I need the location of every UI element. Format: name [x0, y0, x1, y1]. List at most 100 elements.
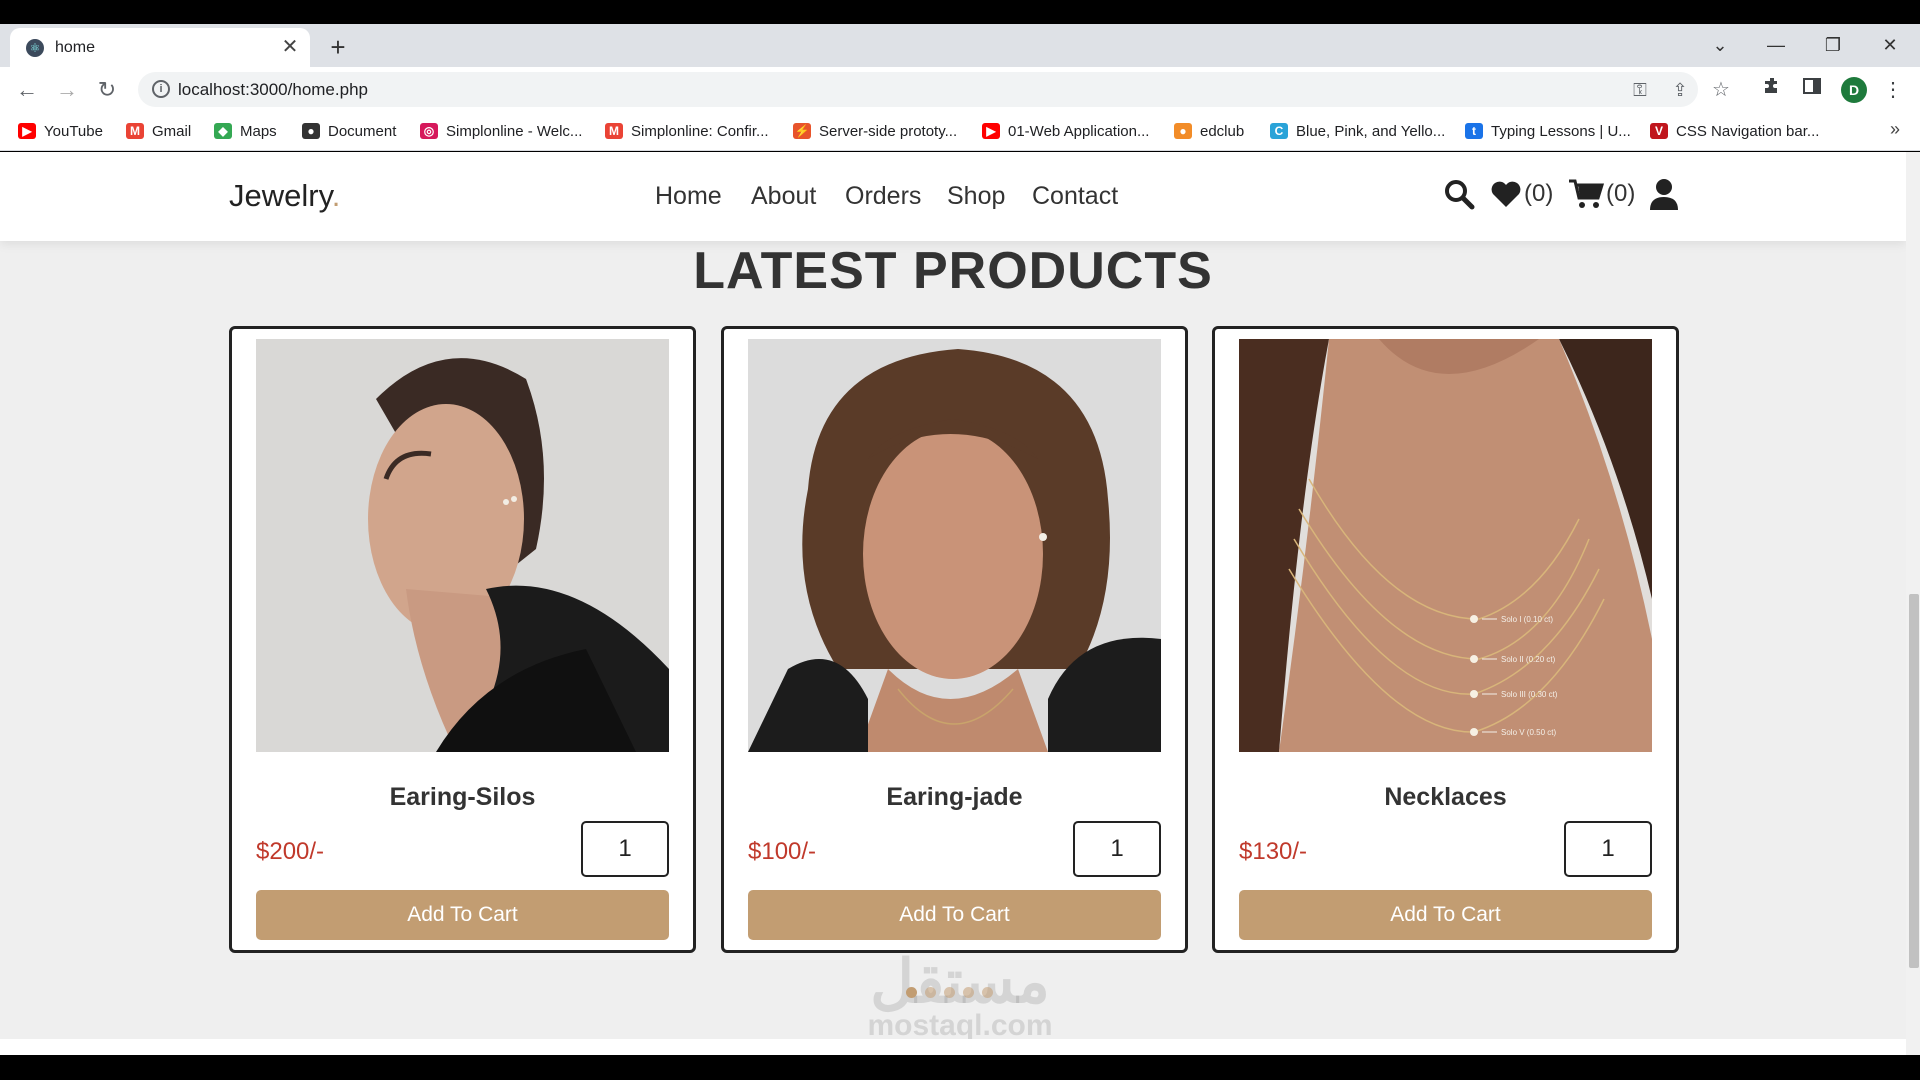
- bookmark-item[interactable]: C Blue, Pink, and Yello...: [1270, 119, 1445, 143]
- window-close-icon[interactable]: ✕: [1870, 30, 1910, 60]
- add-to-cart-button[interactable]: Add To Cart: [1239, 890, 1652, 940]
- site-logo[interactable]: Jewelry.: [229, 178, 340, 214]
- bookmark-item[interactable]: ◆ Maps: [214, 119, 277, 143]
- logo-text: Jewelry: [229, 178, 332, 213]
- nav-orders[interactable]: Orders: [845, 182, 921, 211]
- search-icon[interactable]: [1443, 176, 1475, 212]
- url-text[interactable]: localhost:3000/home.php: [178, 80, 368, 100]
- forward-icon[interactable]: →: [52, 75, 82, 105]
- necklace-tag: Solo III (0.30 ct): [1501, 690, 1558, 699]
- page-viewport: Jewelry. Home About Orders Shop Contact …: [0, 152, 1920, 1055]
- tab-search-icon[interactable]: ⌄: [1700, 30, 1740, 60]
- logo-dot: .: [331, 178, 341, 213]
- cart-link[interactable]: (0): [1568, 176, 1635, 212]
- nav-contact[interactable]: Contact: [1032, 182, 1118, 211]
- carousel-dot[interactable]: [982, 987, 993, 998]
- product-price: $130/-: [1239, 838, 1308, 865]
- extensions-icon[interactable]: [1757, 75, 1787, 105]
- bookmark-label: Simplonline: Confir...: [631, 122, 769, 140]
- bookmark-label: Gmail: [152, 122, 192, 140]
- bookmark-star-icon[interactable]: ☆: [1707, 76, 1735, 104]
- product-name: Necklaces: [1384, 783, 1507, 811]
- product-price: $100/-: [748, 838, 817, 865]
- page-scrollbar[interactable]: [1906, 152, 1920, 1055]
- browser-tab[interactable]: ⚛ home ✕: [10, 28, 310, 67]
- bookmark-item[interactable]: V CSS Navigation bar...: [1650, 119, 1819, 143]
- add-to-cart-button[interactable]: Add To Cart: [748, 890, 1161, 940]
- bookmark-item[interactable]: M Simplonline: Confir...: [605, 119, 769, 143]
- scrollbar-thumb[interactable]: [1909, 594, 1919, 968]
- bookmark-item[interactable]: t Typing Lessons | U...: [1465, 119, 1631, 143]
- cart-icon: [1569, 179, 1604, 208]
- product-image: Solo I (0.10 ct) Solo II (0.20 ct) Solo …: [1239, 339, 1652, 752]
- carousel-pagination: [906, 987, 993, 998]
- bookmark-label: Server-side prototy...: [819, 122, 958, 140]
- new-tab-button[interactable]: +: [322, 32, 354, 64]
- back-icon[interactable]: ←: [12, 75, 42, 105]
- watermark-arabic: مستقل: [870, 948, 1050, 1015]
- nav-home[interactable]: Home: [655, 182, 722, 211]
- wishlist-count: (0): [1524, 180, 1554, 207]
- bookmark-label: edclub: [1200, 122, 1245, 140]
- bookmark-label: Document: [328, 122, 397, 140]
- heart-icon: [1491, 181, 1521, 207]
- carousel-dot[interactable]: [963, 987, 974, 998]
- add-to-cart-button[interactable]: Add To Cart: [256, 890, 669, 940]
- carousel-dot[interactable]: [906, 987, 917, 998]
- edclub-icon: ●: [1174, 123, 1192, 139]
- reload-icon[interactable]: ↻: [92, 75, 122, 105]
- carousel-dot[interactable]: [925, 987, 936, 998]
- bookmark-label: YouTube: [44, 122, 103, 140]
- nav-about[interactable]: About: [751, 182, 816, 211]
- share-icon[interactable]: ⇪: [1666, 76, 1694, 104]
- bookmark-item[interactable]: M Gmail: [126, 119, 191, 143]
- canva-icon: C: [1270, 123, 1288, 139]
- nav-shop[interactable]: Shop: [947, 182, 1005, 211]
- site-info-icon[interactable]: i: [152, 80, 170, 98]
- bookmark-item[interactable]: ● edclub: [1174, 119, 1244, 143]
- quantity-input[interactable]: 1: [581, 821, 669, 877]
- product-card: Earing-Silos $200/- 1 Add To Cart: [229, 326, 696, 953]
- minimize-icon[interactable]: —: [1756, 30, 1796, 60]
- browser-toolbar: ← → ↻ i localhost:3000/home.php ⚿ ⇪ ☆ D …: [0, 67, 1920, 111]
- bookmark-label: Typing Lessons | U...: [1491, 122, 1631, 140]
- react-favicon-icon: ⚛: [26, 39, 44, 57]
- simplon-icon: ◎: [420, 123, 438, 139]
- menu-kebab-icon[interactable]: ⋮: [1878, 75, 1908, 105]
- address-bar[interactable]: i localhost:3000/home.php ⚿ ⇪ ☆: [138, 72, 1730, 107]
- bookmark-item[interactable]: ● Document: [302, 119, 396, 143]
- site-header: Jewelry. Home About Orders Shop Contact …: [0, 152, 1906, 241]
- quantity-input[interactable]: 1: [1073, 821, 1161, 877]
- wishlist-link[interactable]: (0): [1490, 176, 1553, 212]
- watermark-latin: mostaql.com: [867, 1009, 1053, 1042]
- carousel-dot[interactable]: [944, 987, 955, 998]
- typing-icon: t: [1465, 123, 1483, 139]
- product-price: $200/-: [256, 838, 325, 865]
- youtube-icon: ▶: [982, 123, 1000, 139]
- quantity-input[interactable]: 1: [1564, 821, 1652, 877]
- profile-avatar[interactable]: D: [1841, 77, 1867, 103]
- section-title: LATEST PRODUCTS: [693, 242, 1213, 300]
- tab-title: home: [55, 39, 96, 56]
- side-panel-icon[interactable]: [1797, 75, 1827, 105]
- bookmark-item[interactable]: ▶ 01-Web Application...: [982, 119, 1149, 143]
- restore-icon[interactable]: ❐: [1813, 30, 1853, 60]
- bookmark-item[interactable]: ⚡ Server-side prototy...: [793, 119, 957, 143]
- bookmarks-bar: ▶ YouTube M Gmail ◆ Maps ● Document ◎ Simplonline…: [0, 111, 1920, 151]
- bookmark-label: Maps: [240, 122, 277, 140]
- bookmark-label: CSS Navigation bar...: [1676, 122, 1820, 140]
- necklace-tag: Solo II (0.20 ct): [1501, 655, 1556, 664]
- bookmarks-overflow-icon[interactable]: »: [1890, 119, 1900, 140]
- browser-titlebar: ⚛ home ✕ + ⌄ — ❐ ✕: [0, 24, 1920, 67]
- bookmark-label: Simplonline - Welc...: [446, 122, 583, 140]
- server-icon: ⚡: [793, 123, 811, 139]
- key-icon[interactable]: ⚿: [1626, 76, 1654, 104]
- bookmark-item[interactable]: ◎ Simplonline - Welc...: [420, 119, 582, 143]
- maps-icon: ◆: [214, 123, 232, 139]
- product-name: Earing-jade: [886, 783, 1023, 811]
- gmail-icon: M: [605, 123, 623, 139]
- tab-close-icon[interactable]: ✕: [278, 35, 302, 59]
- bookmark-item[interactable]: ▶ YouTube: [18, 119, 103, 143]
- vivaldi-icon: V: [1650, 123, 1668, 139]
- user-icon[interactable]: [1650, 176, 1678, 212]
